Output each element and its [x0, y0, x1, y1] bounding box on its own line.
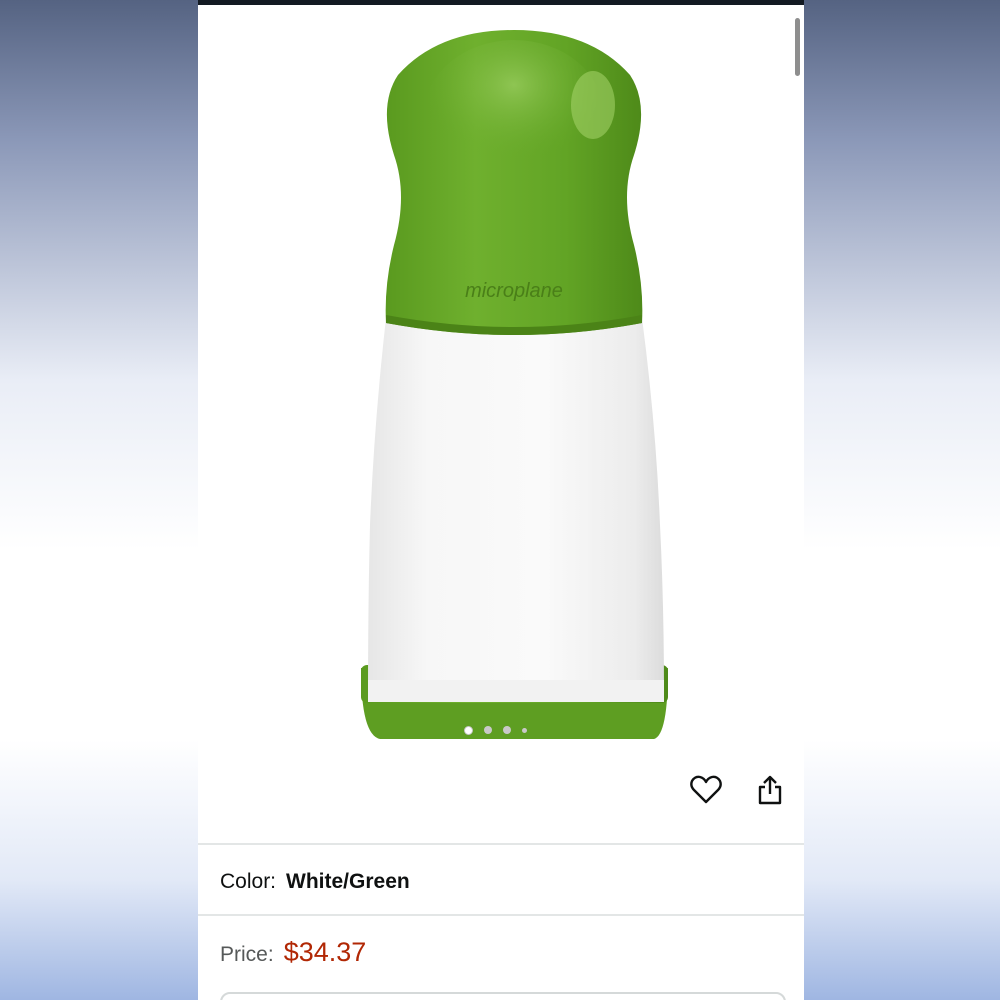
- color-value: White/Green: [286, 870, 410, 893]
- section-divider: [198, 914, 804, 916]
- heart-icon: [690, 775, 722, 804]
- carousel-dot-1[interactable]: [464, 725, 473, 735]
- variant-row: Color: White/Green: [220, 870, 410, 894]
- image-carousel-dots[interactable]: [464, 725, 527, 735]
- brand-mark-text: microplane: [465, 280, 563, 302]
- share-button[interactable]: [752, 772, 788, 808]
- carousel-dot-2[interactable]: [484, 726, 492, 734]
- price-row: Price: $34.37: [220, 937, 366, 968]
- price-label: Price:: [220, 943, 274, 966]
- product-page: microplane Color: White/Green Price: $34…: [198, 0, 804, 1000]
- section-divider: [198, 843, 804, 845]
- left-backdrop: [0, 0, 198, 1000]
- color-label: Color:: [220, 870, 277, 893]
- product-image[interactable]: microplane: [198, 5, 804, 765]
- next-section-card[interactable]: [220, 992, 786, 1000]
- share-icon: [758, 775, 782, 805]
- herb-mill-illustration: microplane: [361, 30, 668, 739]
- wishlist-button[interactable]: [688, 772, 724, 808]
- right-backdrop: [802, 0, 1000, 1000]
- carousel-dot-4[interactable]: [522, 727, 527, 733]
- price-value: $34.37: [283, 937, 367, 967]
- carousel-dot-3[interactable]: [503, 726, 511, 734]
- image-actions: [688, 772, 788, 808]
